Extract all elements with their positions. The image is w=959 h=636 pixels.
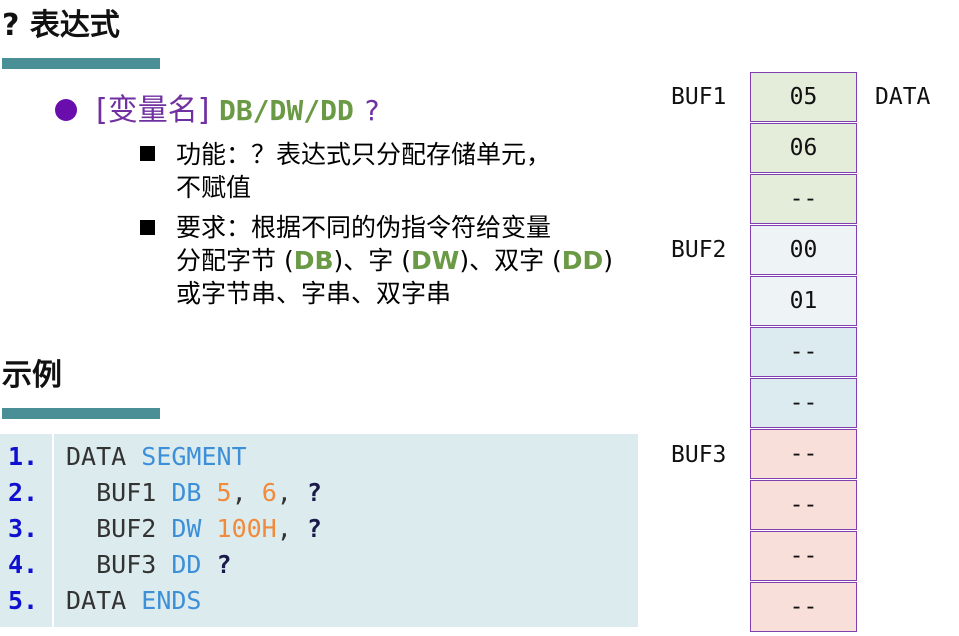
req-text: 分配字节 (	[176, 246, 294, 275]
label-buf3: BUF3	[671, 442, 727, 468]
memory-cell: --	[750, 531, 857, 581]
syntax-line: [变量名] DB/DW/DD ?	[96, 90, 380, 132]
code-text: BUF3 DD ?	[66, 547, 232, 583]
code-token: DB	[171, 478, 217, 507]
memory-cell: 00	[750, 225, 857, 275]
code-line: 5. DATA ENDS	[0, 583, 638, 619]
requirement-note-line1: 要求：根据不同的伪指令符给变量	[176, 213, 552, 242]
bullet-dot-icon	[55, 99, 77, 121]
req-text: )、双字 (	[459, 246, 562, 275]
code-token: ,	[276, 478, 307, 507]
code-token: SEGMENT	[141, 442, 247, 471]
req-text: )、字 (	[333, 246, 411, 275]
code-token: ?	[216, 550, 232, 579]
code-token: 5	[216, 478, 232, 507]
memory-cell: --	[750, 327, 857, 377]
code-text: DATA SEGMENT	[66, 439, 247, 475]
code-text: BUF2 DW 100H, ?	[66, 511, 322, 547]
code-token: ,	[276, 514, 307, 543]
req-text: )	[603, 246, 614, 275]
function-note-line2: 不赋值	[176, 173, 252, 202]
memory-cell: 06	[750, 123, 857, 173]
code-token: DW	[171, 514, 217, 543]
section-underline	[2, 408, 160, 419]
square-bullet-icon	[140, 220, 155, 235]
syntax-operand: ?	[363, 94, 381, 127]
memory-cell: --	[750, 480, 857, 530]
memory-cell: --	[750, 174, 857, 224]
req-dd: DD	[561, 246, 604, 275]
memory-cell: 01	[750, 276, 857, 326]
section-title-example: 示例	[2, 358, 62, 393]
memory-cell: 05	[750, 72, 857, 122]
memory-cell: --	[750, 378, 857, 428]
code-text: BUF1 DB 5, 6, ?	[66, 475, 322, 511]
code-line: 3. BUF2 DW 100H, ?	[0, 511, 638, 547]
code-token: DATA	[66, 586, 142, 615]
function-note-line1: 功能：？表达式只分配存储单元，	[176, 140, 552, 169]
code-line: 4. BUF3 DD ?	[0, 547, 638, 583]
code-token: BUF3	[66, 550, 172, 579]
req-db: DB	[293, 246, 334, 275]
section-title-expression: ? 表达式	[2, 8, 120, 43]
syntax-directives: DB/DW/DD	[218, 94, 354, 127]
code-line: 1. DATA SEGMENT	[0, 439, 638, 475]
square-bullet-icon	[140, 146, 155, 161]
line-number: 2.	[8, 478, 39, 507]
memory-cell: --	[750, 429, 857, 479]
code-text: DATA ENDS	[66, 583, 201, 619]
requirement-note-line3: 或字节串、字串、双字串	[176, 279, 452, 308]
line-number: 3.	[8, 514, 39, 543]
requirement-note-line2: 分配字节 (DB)、字 (DW)、双字 (DD)	[176, 244, 613, 277]
label-buf2: BUF2	[671, 237, 727, 263]
section-underline	[2, 58, 160, 69]
line-number: 4.	[8, 550, 39, 579]
code-token: BUF2	[66, 514, 172, 543]
code-token: ENDS	[141, 586, 202, 615]
code-token: BUF1	[66, 478, 172, 507]
code-token: ?	[306, 478, 322, 507]
line-number: 1.	[8, 442, 39, 471]
code-token: 6	[261, 478, 277, 507]
memory-cell: --	[750, 582, 857, 632]
req-dw: DW	[410, 246, 460, 275]
syntax-var-name: [变量名]	[96, 93, 210, 128]
line-number: 5.	[8, 586, 39, 615]
code-line: 2. BUF1 DB 5, 6, ?	[0, 475, 638, 511]
code-token: ?	[306, 514, 322, 543]
code-token: DD	[171, 550, 217, 579]
code-token: DATA	[66, 442, 142, 471]
label-buf1: BUF1	[671, 84, 727, 110]
code-token: ,	[231, 478, 262, 507]
code-block: 1. DATA SEGMENT 2. BUF1 DB 5, 6, ? 3. BUF2 …	[0, 434, 638, 627]
code-token: 100H	[216, 514, 277, 543]
label-data: DATA	[875, 84, 931, 110]
